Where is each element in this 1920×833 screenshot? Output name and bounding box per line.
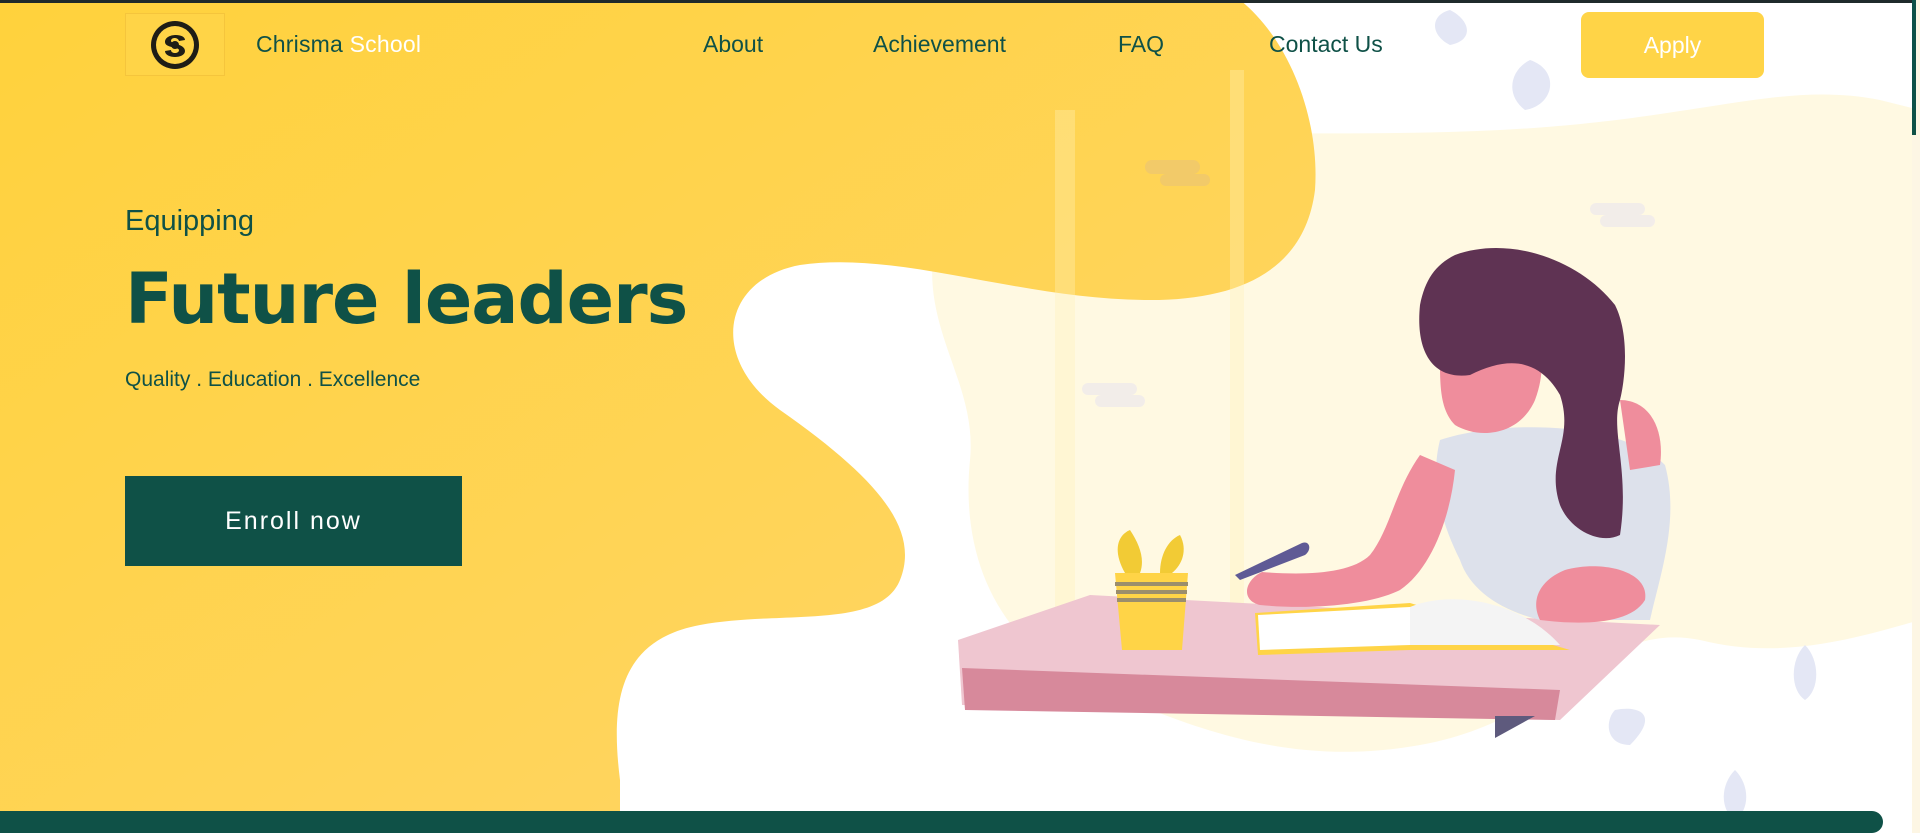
nav-about[interactable]: About — [703, 30, 763, 58]
enroll-now-button[interactable]: Enroll now — [125, 476, 462, 566]
apply-button[interactable]: Apply — [1581, 12, 1764, 78]
nav-contact-us[interactable]: Contact Us — [1269, 30, 1383, 58]
school-seal-icon — [151, 20, 199, 69]
hero-tagline: Quality . Education . Excellence — [125, 368, 421, 391]
nav-achievement[interactable]: Achievement — [873, 30, 1006, 58]
top-navbar: Chrisma School About Achievement FAQ Con… — [0, 0, 1920, 90]
vertical-scrollbar[interactable] — [1912, 0, 1920, 833]
hero-background — [0, 0, 1920, 833]
horizontal-scrollbar[interactable] — [0, 811, 1883, 833]
logo[interactable] — [125, 13, 225, 76]
hero-eyebrow: Equipping — [125, 205, 254, 237]
hero-headline: Future leaders — [125, 258, 688, 340]
scrollbar-thumb[interactable] — [1912, 0, 1916, 135]
brand-name-part2: School — [349, 31, 422, 57]
brand-name-part1: Chrisma — [256, 31, 344, 57]
brand-name[interactable]: Chrisma School — [256, 30, 421, 58]
nav-faq[interactable]: FAQ — [1118, 30, 1164, 58]
